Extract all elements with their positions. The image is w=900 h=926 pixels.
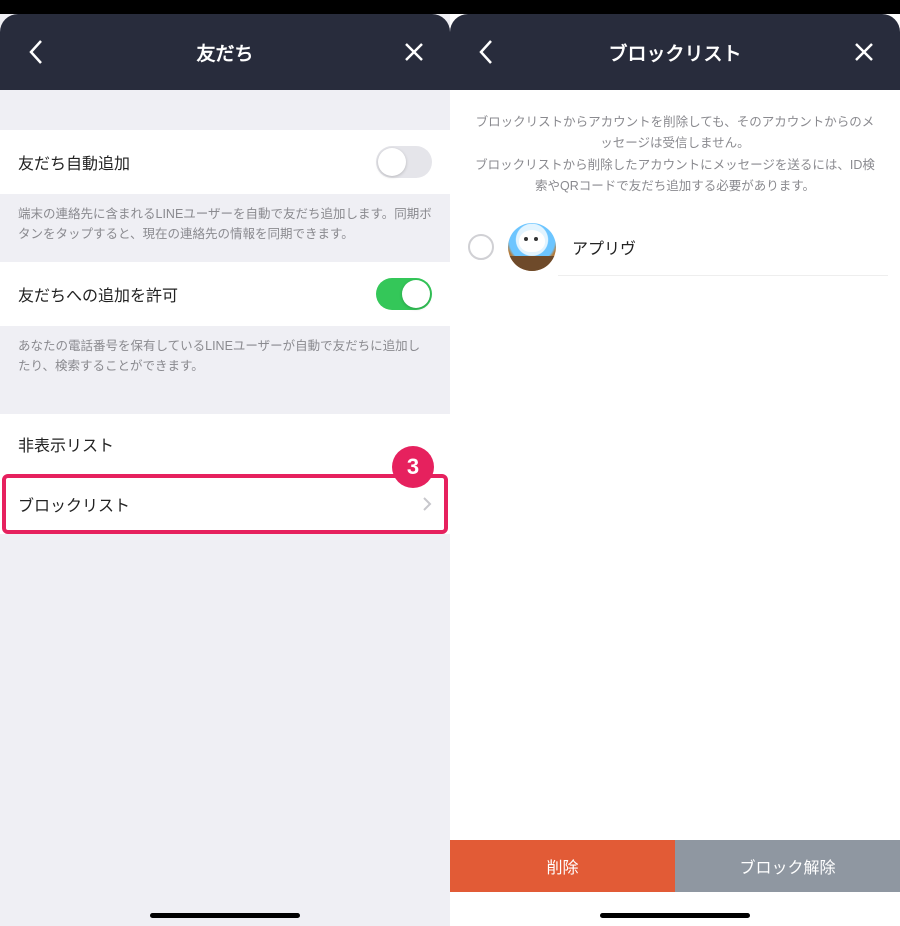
close-button[interactable] xyxy=(394,32,434,72)
delete-button[interactable]: 削除 xyxy=(450,840,675,892)
row-separator xyxy=(558,275,888,276)
blocked-user-row[interactable]: アプリヴ xyxy=(450,219,900,275)
chevron-right-icon xyxy=(422,496,432,512)
avatar xyxy=(508,223,556,271)
section-gap xyxy=(0,90,450,130)
hidden-list-label: 非表示リスト xyxy=(18,432,114,456)
hidden-list-row[interactable]: 非表示リスト xyxy=(0,414,450,474)
allow-add-desc: あなたの電話番号を保有しているLINEユーザーが自動で友だちに追加したり、検索す… xyxy=(0,326,450,394)
header-bar: ブロックリスト xyxy=(450,14,900,90)
close-button[interactable] xyxy=(844,32,884,72)
status-bar xyxy=(450,0,900,14)
section-gap xyxy=(0,394,450,414)
page-title: 友だち xyxy=(0,39,450,66)
block-list-row[interactable]: ブロックリスト xyxy=(0,474,450,534)
block-list-label: ブロックリスト xyxy=(18,492,130,516)
bottom-action-bar: 削除 ブロック解除 xyxy=(450,840,900,892)
auto-add-friends-desc: 端末の連絡先に含まれるLINEユーザーを自動で友だち追加します。同期ボタンをタッ… xyxy=(0,194,450,262)
select-radio[interactable] xyxy=(468,234,494,260)
toggle-knob xyxy=(402,280,430,308)
allow-add-row[interactable]: 友だちへの追加を許可 xyxy=(0,262,450,326)
home-indicator xyxy=(600,913,750,918)
auto-add-friends-row[interactable]: 友だち自動追加 xyxy=(0,130,450,194)
back-button[interactable] xyxy=(16,32,56,72)
status-bar xyxy=(0,0,450,14)
toggle-knob xyxy=(378,148,406,176)
friends-settings-screen: 友だち 友だち自動追加 端末の連絡先に含まれるLINEユーザーを自動で友だち追加… xyxy=(0,0,450,926)
page-title: ブロックリスト xyxy=(450,39,900,66)
auto-add-friends-toggle[interactable] xyxy=(376,146,432,178)
blocked-user-name: アプリヴ xyxy=(572,235,636,259)
block-list-screen: ブロックリスト ブロックリストからアカウントを削除しても、そのアカウントからのメ… xyxy=(450,0,900,926)
auto-add-friends-label: 友だち自動追加 xyxy=(18,150,130,174)
back-button[interactable] xyxy=(466,32,506,72)
chevron-left-icon xyxy=(27,38,45,66)
close-icon xyxy=(853,41,875,63)
annotation-badge: 3 xyxy=(392,446,434,488)
block-list-info: ブロックリストからアカウントを削除しても、そのアカウントからのメッセージは受信し… xyxy=(450,90,900,219)
close-icon xyxy=(403,41,425,63)
chevron-left-icon xyxy=(477,38,495,66)
unblock-button[interactable]: ブロック解除 xyxy=(675,840,900,892)
allow-add-label: 友だちへの追加を許可 xyxy=(18,282,178,306)
block-list-row-wrap: 3 ブロックリスト xyxy=(0,474,450,534)
allow-add-toggle[interactable] xyxy=(376,278,432,310)
header-bar: 友だち xyxy=(0,14,450,90)
home-indicator xyxy=(150,913,300,918)
